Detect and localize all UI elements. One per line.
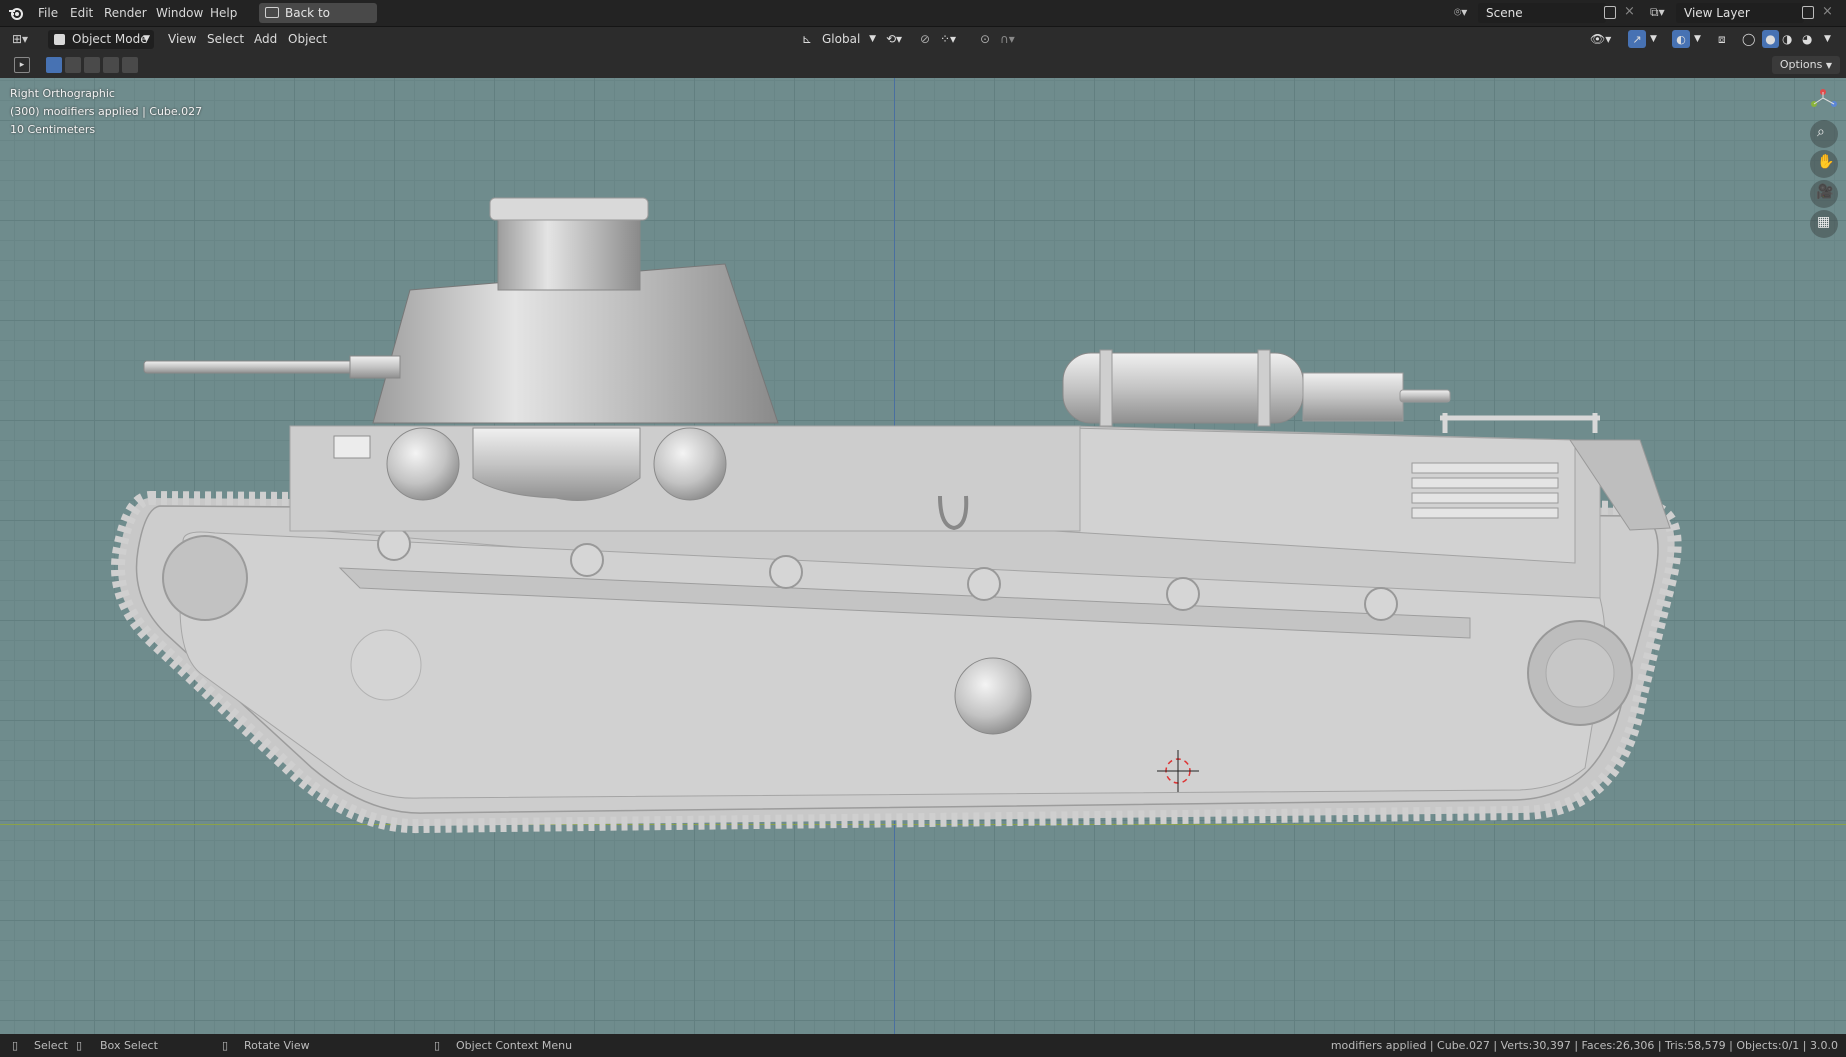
- status-context: Object Context Menu: [456, 1039, 573, 1052]
- select-invert-mode-icon[interactable]: [103, 57, 119, 73]
- exhaust-tip: [1399, 389, 1451, 403]
- scene-name: Scene: [1486, 6, 1523, 20]
- orientation-label: Global: [822, 32, 861, 46]
- active-tool-icon[interactable]: ▸: [14, 57, 30, 73]
- status-box-select: Box Select: [100, 1039, 158, 1052]
- rendered-shading-icon[interactable]: ◕: [1802, 30, 1812, 49]
- cupola-lid: [489, 197, 649, 221]
- pan-view-icon[interactable]: ✋: [1810, 150, 1838, 178]
- scene-browse-icon[interactable]: ⌾▾: [1454, 5, 1474, 21]
- status-bar: ▯ Select ▯ Box Select ▯ Rotate View ▯ Ob…: [0, 1034, 1846, 1057]
- pivot-point-icon[interactable]: ⟲▾: [886, 30, 902, 49]
- editor-type-icon[interactable]: ⊞▾: [12, 32, 28, 46]
- gizmo-dropdown-icon[interactable]: ▼: [1650, 30, 1657, 49]
- wireframe-shading-icon[interactable]: ◯: [1742, 30, 1755, 49]
- select-extend-mode-icon[interactable]: [65, 57, 81, 73]
- close-view-layer-icon[interactable]: ×: [1822, 4, 1833, 19]
- rear-rail: [1440, 413, 1600, 433]
- tool-settings-header: ▸ Options ▼: [0, 52, 1846, 78]
- select-intersect-mode-icon[interactable]: [122, 57, 138, 73]
- orientation-icon: ⊾: [802, 32, 813, 46]
- exhaust-pipe: [1302, 372, 1404, 422]
- proportional-edit-icon[interactable]: ⊙: [980, 30, 990, 49]
- close-scene-icon[interactable]: ×: [1624, 4, 1635, 19]
- material-shading-icon[interactable]: ◑: [1782, 30, 1792, 49]
- overlays-dropdown-icon[interactable]: ▼: [1694, 30, 1701, 49]
- header-select-menu[interactable]: Select: [207, 30, 244, 49]
- mouse-middle-icon: ▯: [76, 1039, 83, 1052]
- menu-file[interactable]: File: [32, 0, 64, 26]
- screen-icon: [265, 7, 279, 18]
- object-mode-icon: [54, 34, 65, 45]
- status-rotate: Rotate View: [244, 1039, 310, 1052]
- header-object-menu[interactable]: Object: [288, 30, 327, 49]
- skirt-disc: [350, 629, 422, 701]
- mode-label: Object Mode: [72, 32, 148, 46]
- skirt-dome: [954, 657, 1032, 735]
- mode-dropdown[interactable]: Object Mode ▼: [48, 30, 154, 49]
- blender-logo-icon[interactable]: [8, 5, 24, 21]
- perspective-toggle-icon[interactable]: ▦: [1810, 210, 1838, 238]
- tank-model[interactable]: [0, 78, 1846, 1034]
- camera-view-icon[interactable]: 🎥: [1810, 180, 1838, 208]
- options-dropdown[interactable]: Options ▼: [1771, 56, 1840, 74]
- mouse-right-icon: ▯: [222, 1039, 229, 1052]
- visibility-icon[interactable]: 👁▾: [1590, 30, 1611, 49]
- hull-cupola: [472, 427, 641, 501]
- chevron-down-icon: ▼: [869, 34, 876, 44]
- menu-render[interactable]: Render: [98, 0, 153, 26]
- top-menu-bar: File Edit Render Window Help Back to Pre…: [0, 0, 1846, 40]
- new-view-layer-icon[interactable]: [1802, 6, 1814, 19]
- header-add-menu[interactable]: Add: [254, 30, 277, 49]
- chevron-down-icon: ▼: [143, 34, 150, 44]
- drive-sprocket: [1527, 620, 1633, 726]
- exhaust-band-1: [1099, 349, 1113, 427]
- status-stats: modifiers applied | Cube.027 | Verts:30,…: [1330, 1039, 1838, 1052]
- menu-window[interactable]: Window: [150, 0, 209, 26]
- status-select: Select: [34, 1039, 68, 1052]
- chevron-down-icon: ▼: [1825, 61, 1832, 70]
- transform-orientation-dropdown[interactable]: ⊾ Global ▼: [800, 30, 876, 49]
- select-subtract-mode-icon[interactable]: [84, 57, 100, 73]
- back-to-previous-button[interactable]: Back to Previous: [259, 3, 377, 40]
- xray-toggle-icon[interactable]: ⧈: [1718, 30, 1726, 49]
- 3d-viewport[interactable]: Right Orthographic (300) modifiers appli…: [0, 78, 1846, 1034]
- new-scene-icon[interactable]: [1604, 6, 1616, 19]
- menu-help[interactable]: Help: [204, 0, 243, 26]
- front-hatch: [333, 435, 371, 459]
- zoom-view-icon[interactable]: ⌕: [1810, 120, 1838, 148]
- shading-dropdown-icon[interactable]: ▼: [1824, 30, 1831, 49]
- mouse-left-icon: ▯: [12, 1039, 19, 1052]
- falloff-icon[interactable]: ∩▾: [1000, 30, 1015, 49]
- axis-gizmo[interactable]: [1806, 84, 1840, 114]
- snap-toggle-icon[interactable]: ⊘: [920, 30, 930, 49]
- gizmo-toggle-icon[interactable]: ↗: [1628, 30, 1646, 48]
- scene-name-field[interactable]: Scene: [1478, 3, 1606, 23]
- overlays-toggle-icon[interactable]: ◐: [1672, 30, 1690, 48]
- gun-mantlet: [349, 355, 401, 379]
- header-view-menu[interactable]: View: [168, 30, 196, 49]
- view-layer-browse-icon[interactable]: ⧉▾: [1650, 5, 1670, 21]
- view-layer-name-field[interactable]: View Layer: [1676, 3, 1804, 23]
- snap-target-icon[interactable]: ⁘▾: [940, 30, 956, 49]
- solid-shading-icon[interactable]: ●: [1762, 30, 1779, 48]
- select-new-mode-icon[interactable]: [46, 57, 62, 73]
- idler-wheel: [162, 535, 248, 621]
- viewport-header: ⊞▾ Object Mode ▼ View Select Add Object …: [0, 27, 1846, 52]
- mouse-context-icon: ▯: [434, 1039, 441, 1052]
- options-label: Options: [1779, 58, 1823, 71]
- menu-edit[interactable]: Edit: [64, 0, 99, 26]
- exhaust-band-2: [1257, 349, 1271, 427]
- view-layer-name: View Layer: [1684, 6, 1750, 20]
